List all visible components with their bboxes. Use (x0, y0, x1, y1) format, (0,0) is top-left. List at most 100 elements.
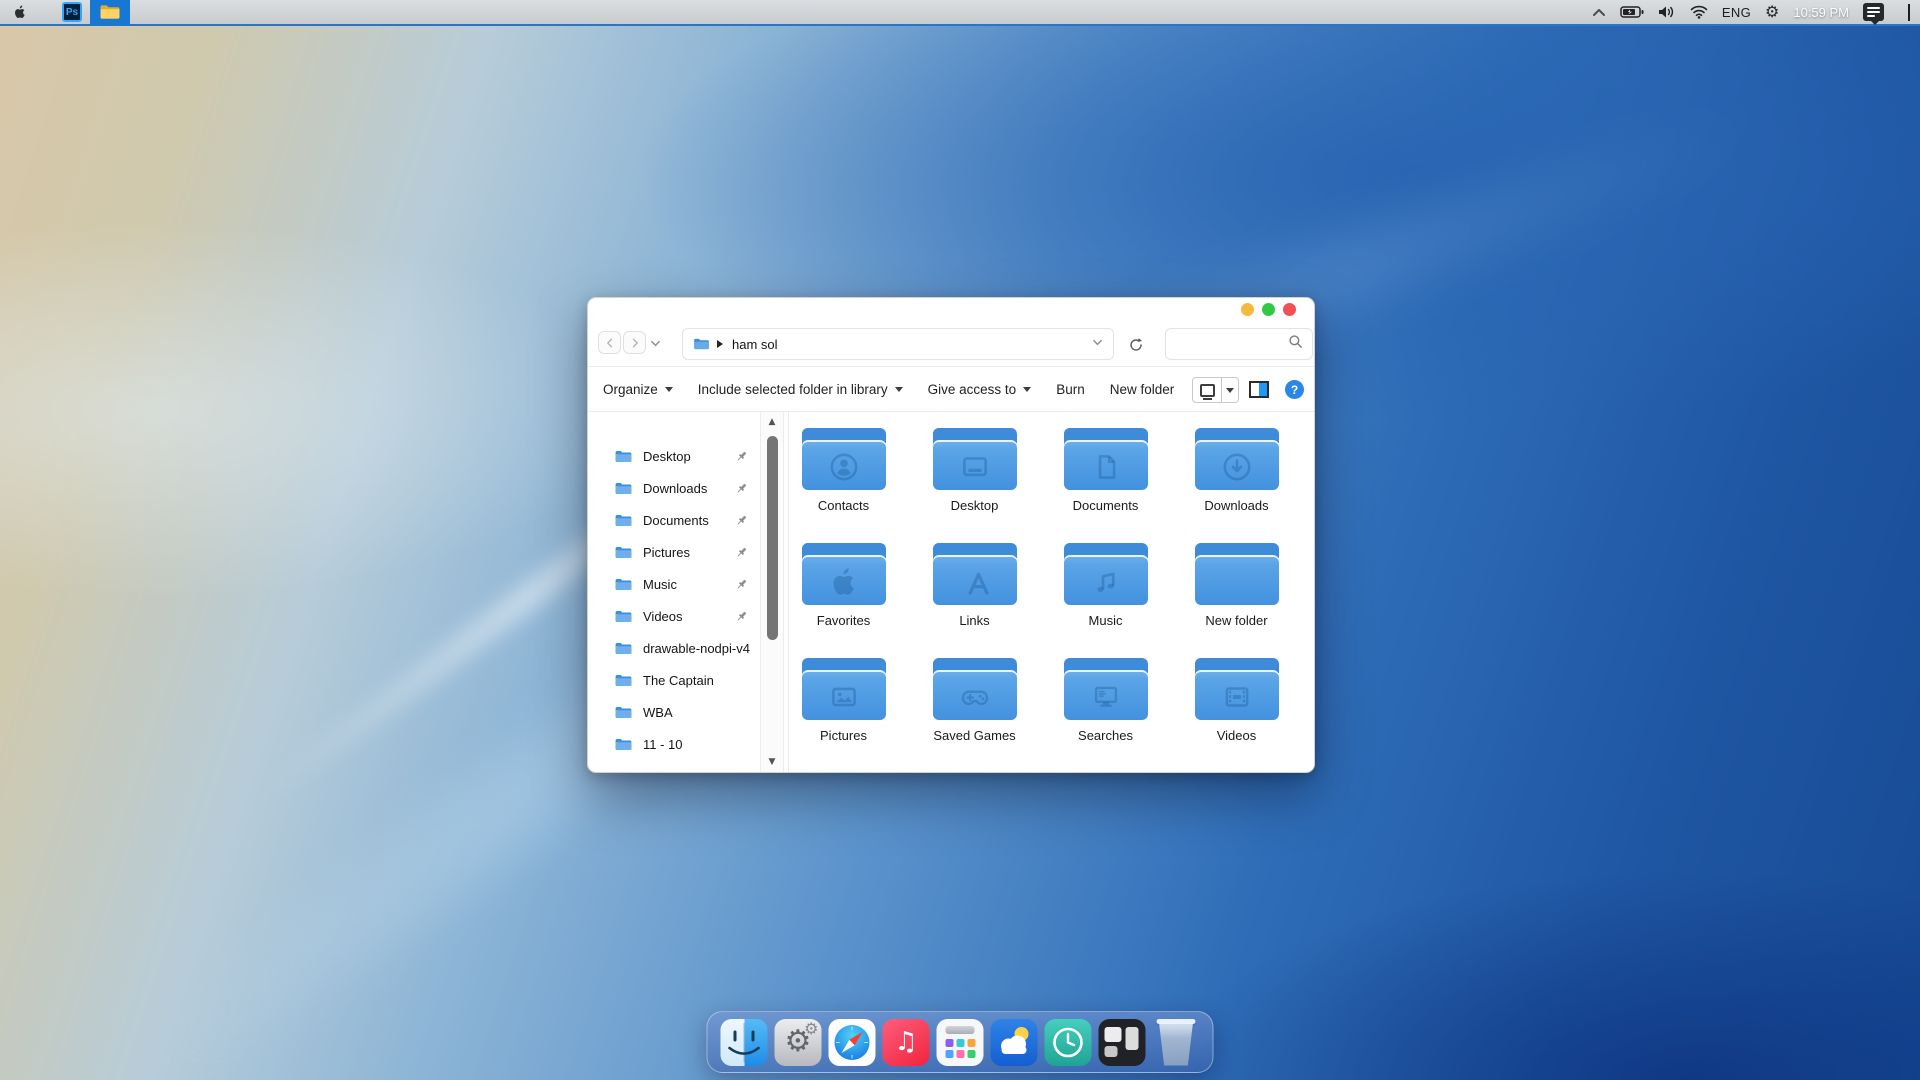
file-item-label: Downloads (1204, 498, 1269, 513)
file-explorer-taskbar-icon[interactable] (90, 0, 130, 25)
file-item-label: Favorites (816, 613, 871, 628)
organize-button[interactable]: Organize (603, 382, 673, 397)
give-access-button[interactable]: Give access to (928, 382, 1032, 397)
window-titlebar[interactable] (588, 298, 1314, 322)
file-item-label: New folder (1205, 613, 1268, 628)
include-in-library-button[interactable]: Include selected folder in library (698, 382, 903, 397)
file-item-favorites[interactable]: Favorites (778, 543, 909, 645)
file-item-label: Documents (1072, 498, 1139, 513)
file-item-label: Links (959, 613, 990, 628)
file-item-downloads[interactable]: Downloads (1171, 428, 1302, 530)
search-icon[interactable] (1288, 334, 1303, 354)
minimize-button[interactable] (1241, 303, 1254, 316)
file-list: Contacts Desktop Documents Downloads Fav… (778, 428, 1302, 760)
sidebar-item-music[interactable]: Music (588, 568, 760, 600)
sidebar-item-label: 11 - 10 (643, 736, 683, 752)
file-item-searches[interactable]: Searches (1040, 658, 1171, 760)
file-item-music[interactable]: Music (1040, 543, 1171, 645)
wifi-icon[interactable] (1690, 5, 1708, 19)
sidebar-item-wba[interactable]: WBA (588, 696, 760, 728)
refresh-button[interactable] (1125, 334, 1147, 356)
file-explorer-window: ham sol Organize Include selected folder (587, 297, 1315, 773)
file-item-saved-games[interactable]: Saved Games (909, 658, 1040, 760)
safari-compass-icon (828, 1018, 876, 1066)
file-item-links[interactable]: Links (909, 543, 1040, 645)
battery-icon[interactable] (1620, 6, 1644, 18)
sidebar-item-label: Desktop (643, 448, 691, 464)
folder-glyph-icon (827, 450, 861, 484)
address-bar[interactable]: ham sol (682, 328, 1114, 360)
sidebar-item-label: Downloads (643, 480, 708, 496)
settings-gear-icon[interactable]: ⚙ (1765, 4, 1779, 20)
volume-icon[interactable] (1658, 5, 1676, 19)
traffic-lights (1241, 303, 1296, 316)
breadcrumb-arrow-icon[interactable] (717, 340, 723, 348)
pin-icon (735, 546, 748, 559)
recent-locations-dropdown[interactable] (650, 336, 661, 354)
dock-icon-settings[interactable]: ⚙ ⚙ (774, 1018, 822, 1066)
dock-icon-weather[interactable] (990, 1018, 1038, 1066)
sidebar-item-label: Videos (643, 608, 683, 624)
folder-icon (615, 482, 632, 494)
dock-icon-time-machine[interactable] (1044, 1018, 1092, 1066)
search-input[interactable] (1175, 337, 1288, 351)
file-item-new-folder[interactable]: New folder (1171, 543, 1302, 645)
dock-icon-safari[interactable] (828, 1018, 876, 1066)
file-item-label: Desktop (950, 498, 999, 513)
forward-button[interactable] (623, 331, 646, 354)
scroll-up-arrow[interactable]: ▲ (761, 417, 783, 427)
file-item-desktop[interactable]: Desktop (909, 428, 1040, 530)
file-item-label: Videos (1216, 728, 1257, 743)
sidebar-item-desktop[interactable]: Desktop (588, 440, 760, 472)
file-item-documents[interactable]: Documents (1040, 428, 1171, 530)
folder-icon (1063, 658, 1148, 720)
folder-icon (932, 658, 1017, 720)
change-view-dropdown[interactable] (1221, 377, 1239, 403)
sidebar-item-the-captain[interactable]: The Captain (588, 664, 760, 696)
settings-gears-icon: ⚙ ⚙ (774, 1018, 822, 1066)
folder-glyph-icon (958, 565, 992, 599)
folder-icon (1063, 428, 1148, 490)
folder-icon (615, 706, 632, 718)
address-dropdown-icon[interactable] (1092, 335, 1103, 353)
help-button[interactable]: ? (1285, 380, 1304, 399)
launchpad-grid-icon (936, 1018, 984, 1066)
notification-center-icon[interactable] (1863, 3, 1884, 25)
photoshop-taskbar-icon[interactable]: Ps (62, 2, 82, 22)
dock-icon-finder[interactable] (720, 1018, 768, 1066)
folder-glyph-icon (1220, 565, 1254, 599)
burn-button[interactable]: Burn (1056, 382, 1085, 397)
back-button[interactable] (598, 331, 621, 354)
new-folder-button[interactable]: New folder (1110, 382, 1175, 397)
sidebar-item-downloads[interactable]: Downloads (588, 472, 760, 504)
sidebar-item-videos[interactable]: Videos (588, 600, 760, 632)
trash-bin-icon (1153, 1018, 1200, 1066)
file-item-contacts[interactable]: Contacts (778, 428, 909, 530)
scrollbar-thumb[interactable] (767, 436, 778, 640)
file-item-videos[interactable]: Videos (1171, 658, 1302, 760)
sidebar-item-pictures[interactable]: Pictures (588, 536, 760, 568)
folder-icon (615, 642, 632, 654)
dock-icon-mission-control[interactable] (1098, 1018, 1146, 1066)
folder-glyph-icon (1089, 450, 1123, 484)
change-view-button[interactable] (1192, 377, 1222, 403)
language-indicator[interactable]: ENG (1722, 5, 1751, 20)
sidebar-item-drawable-nodpi-v4[interactable]: drawable-nodpi-v4 (588, 632, 760, 664)
dock-icon-music[interactable]: ♫ (882, 1018, 930, 1066)
file-item-pictures[interactable]: Pictures (778, 658, 909, 760)
chevron-up-icon[interactable] (1592, 8, 1606, 17)
sidebar-item-label: Pictures (643, 544, 690, 560)
apple-menu-icon[interactable] (0, 0, 40, 24)
close-button[interactable] (1283, 303, 1296, 316)
preview-pane-button[interactable] (1249, 381, 1269, 398)
mission-control-tiles-icon (1098, 1018, 1146, 1066)
sidebar-item-documents[interactable]: Documents (588, 504, 760, 536)
dock-icon-launchpad[interactable] (936, 1018, 984, 1066)
command-toolbar: Organize Include selected folder in libr… (588, 366, 1314, 412)
pin-icon (735, 450, 748, 463)
sidebar-item-11-10[interactable]: 11 - 10 (588, 728, 760, 760)
navigation-pane: Desktop Downloads Documents Pictures Mus… (588, 412, 760, 772)
dock-icon-trash[interactable] (1153, 1018, 1200, 1066)
search-box[interactable] (1165, 328, 1313, 360)
zoom-button[interactable] (1262, 303, 1275, 316)
